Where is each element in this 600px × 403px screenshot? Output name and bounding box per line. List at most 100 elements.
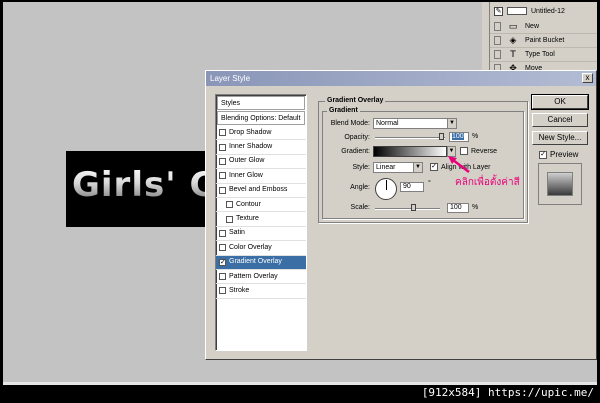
style-item-satin[interactable]: Satin: [216, 227, 306, 242]
watermark: [912x584] https://upic.me/: [421, 386, 594, 399]
gradient-subgroup-title: Gradient: [327, 107, 360, 114]
style-item-gradient-overlay[interactable]: ✓ Gradient Overlay: [216, 255, 306, 270]
new-document-icon: ▭: [508, 21, 518, 32]
effect-checkbox[interactable]: [219, 273, 226, 281]
snapshot-thumbnail: [507, 7, 527, 15]
opacity-unit: %: [472, 133, 479, 140]
blending-options-item[interactable]: Blending Options: Default: [217, 111, 305, 125]
effect-label: Texture: [236, 215, 259, 223]
history-panel-strip: [482, 2, 490, 72]
cancel-button[interactable]: Cancel: [532, 113, 588, 127]
snapshot-title: Untitled-12: [531, 7, 565, 15]
history-checkbox[interactable]: [494, 36, 501, 45]
style-item-color-overlay[interactable]: Color Overlay: [216, 241, 306, 256]
effect-label: Pattern Overlay: [229, 272, 278, 280]
gradient-label: Gradient:: [341, 148, 370, 155]
annotation-arrow-icon: [448, 156, 470, 173]
style-item-inner-shadow[interactable]: Inner Shadow: [216, 140, 306, 155]
history-list: ▭ New ◈ Paint Bucket T Type Tool ✥ Move: [490, 20, 597, 76]
history-checkbox[interactable]: [494, 50, 501, 59]
preview-toggle[interactable]: ✓ Preview: [539, 150, 578, 159]
scale-field[interactable]: 100: [447, 203, 469, 213]
angle-dial[interactable]: [375, 178, 397, 200]
canvas-document[interactable]: Girls' G: [66, 151, 217, 227]
chevron-down-icon: ▼: [447, 119, 456, 128]
history-item[interactable]: T Type Tool: [490, 48, 597, 62]
status-strip: [3, 382, 597, 385]
style-preview-swatch: [547, 172, 573, 196]
effect-label: Inner Shadow: [229, 143, 273, 151]
style-item-inner-glow[interactable]: Inner Glow: [216, 169, 306, 184]
style-item-bevel-and-emboss[interactable]: Bevel and Emboss: [216, 184, 306, 198]
close-button[interactable]: x: [582, 73, 593, 83]
styles-list: Styles Blending Options: Default Drop Sh…: [215, 94, 307, 351]
styles-header[interactable]: Styles: [217, 96, 305, 110]
history-checkbox[interactable]: [494, 22, 501, 31]
angle-unit: °: [428, 180, 431, 187]
effects-list: Drop Shadow Inner Shadow Outer Glow Inner G…: [216, 126, 306, 299]
reverse-label: Reverse: [471, 148, 498, 155]
history-item[interactable]: ▭ New: [490, 20, 597, 34]
effect-label: Contour: [236, 200, 261, 208]
scale-slider-thumb[interactable]: [411, 204, 416, 211]
scale-label: Scale:: [350, 204, 370, 211]
gradient-overlay-title: Gradient Overlay: [325, 97, 386, 104]
effect-checkbox[interactable]: [226, 215, 233, 223]
style-value: Linear: [376, 164, 396, 171]
ok-button[interactable]: OK: [531, 94, 589, 110]
align-with-layer-checkbox[interactable]: ✓: [430, 163, 438, 171]
history-item-label: Paint Bucket: [525, 37, 565, 44]
preview-checkbox[interactable]: ✓: [539, 150, 547, 159]
opacity-slider-thumb[interactable]: [439, 133, 444, 140]
style-item-drop-shadow[interactable]: Drop Shadow: [216, 126, 306, 141]
effect-checkbox[interactable]: [219, 244, 226, 252]
opacity-label: Opacity:: [344, 134, 370, 141]
scale-slider[interactable]: [375, 208, 440, 210]
effect-label: Satin: [229, 229, 245, 237]
angle-field[interactable]: 90: [400, 182, 424, 192]
effect-label: Gradient Overlay: [229, 258, 282, 266]
blend-mode-value: Normal: [376, 120, 399, 127]
effect-checkbox[interactable]: ✓: [219, 258, 226, 266]
effect-checkbox[interactable]: [219, 186, 226, 194]
style-item-pattern-overlay[interactable]: Pattern Overlay: [216, 270, 306, 285]
preview-label: Preview: [550, 150, 579, 159]
angle-label: Angle:: [350, 184, 370, 191]
opacity-field[interactable]: 100: [449, 132, 469, 142]
paint-bucket-icon: ◈: [509, 35, 517, 46]
effect-checkbox[interactable]: [226, 201, 233, 209]
opacity-slider[interactable]: [375, 137, 445, 139]
chevron-down-icon: ▼: [413, 163, 422, 172]
style-label: Style:: [352, 164, 370, 171]
style-item-outer-glow[interactable]: Outer Glow: [216, 155, 306, 170]
effect-checkbox[interactable]: [219, 287, 226, 295]
effect-checkbox[interactable]: [219, 229, 226, 237]
effect-label: Stroke: [229, 287, 250, 294]
history-snapshot-row[interactable]: ✎ Untitled-12: [490, 4, 597, 18]
scale-unit: %: [472, 204, 479, 211]
style-select[interactable]: Linear ▼: [373, 162, 423, 173]
new-style-button[interactable]: New Style...: [532, 131, 588, 145]
screen-frame: Girls' G ✎ Untitled-12 ▭ New ◈ Paint Bucket…: [0, 0, 600, 403]
history-item-label: New: [525, 23, 540, 30]
style-item-contour[interactable]: Contour: [216, 198, 306, 213]
history-item[interactable]: ◈ Paint Bucket: [490, 34, 597, 48]
blend-mode-label: Blend Mode:: [330, 120, 370, 127]
type-tool-icon: T: [510, 49, 516, 60]
effect-checkbox[interactable]: [219, 143, 226, 151]
style-preview: [538, 163, 582, 205]
gradient-preview-swatch[interactable]: [373, 146, 447, 157]
effect-checkbox[interactable]: [219, 129, 226, 137]
style-item-texture[interactable]: Texture: [216, 212, 306, 227]
dialog-titlebar[interactable]: Layer Style x: [206, 71, 596, 86]
blend-mode-select[interactable]: Normal ▼: [373, 118, 457, 129]
effect-label: Bevel and Emboss: [229, 186, 288, 194]
angle-value: 90: [403, 183, 411, 190]
effect-label: Inner Glow: [229, 171, 263, 179]
style-item-stroke[interactable]: Stroke: [216, 284, 306, 299]
annotation-text: คลิกเพื่อตั้งค่าสี: [455, 177, 520, 188]
effect-checkbox[interactable]: [219, 172, 226, 180]
scale-value: 100: [450, 204, 462, 211]
effect-checkbox[interactable]: [219, 157, 226, 165]
effect-label: Color Overlay: [229, 243, 272, 251]
